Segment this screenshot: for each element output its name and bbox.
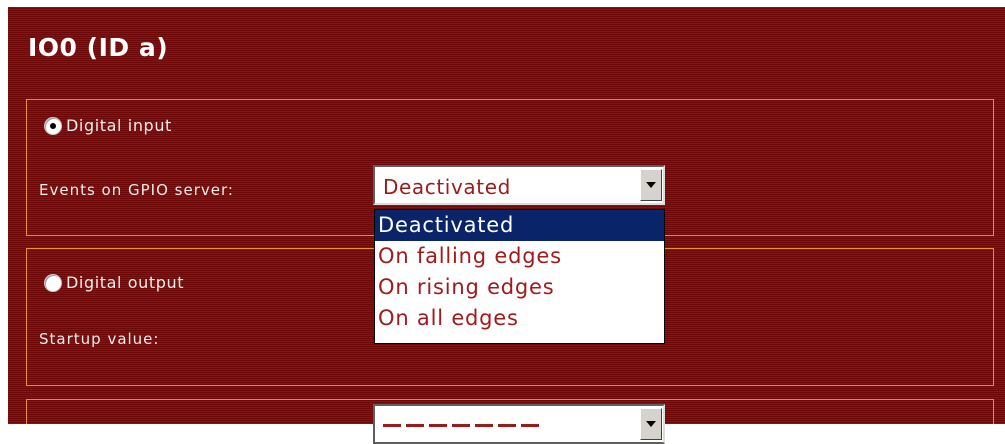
digital-input-radio[interactable]: [44, 116, 62, 135]
startup-value-label: Startup value:: [39, 330, 160, 348]
option-on-falling-edges[interactable]: On falling edges: [375, 241, 664, 272]
option-on-all-edges[interactable]: On all edges: [375, 303, 664, 334]
events-select-value: Deactivated: [383, 175, 511, 199]
page-title: IO0 (ID a): [28, 33, 169, 62]
section3-select[interactable]: [373, 404, 665, 444]
digital-input-label: Digital input: [66, 116, 172, 135]
digital-output-radio[interactable]: [44, 273, 62, 292]
option-on-rising-edges[interactable]: On rising edges: [375, 272, 664, 303]
dropdown-button[interactable]: [640, 169, 662, 201]
digital-output-radio-row[interactable]: Digital output: [44, 273, 184, 292]
events-select[interactable]: Deactivated: [373, 165, 665, 205]
events-dropdown-list: Deactivated On falling edges On rising e…: [374, 209, 665, 344]
digital-input-radio-row[interactable]: Digital input: [44, 116, 172, 135]
option-deactivated[interactable]: Deactivated: [375, 210, 664, 241]
digital-output-label: Digital output: [66, 273, 185, 292]
section3-select-value: [383, 412, 583, 432]
chevron-down-icon: [646, 421, 656, 427]
chevron-down-icon: [646, 182, 656, 188]
events-label: Events on GPIO server:: [39, 181, 234, 199]
section3-dropdown-button[interactable]: [640, 408, 662, 440]
